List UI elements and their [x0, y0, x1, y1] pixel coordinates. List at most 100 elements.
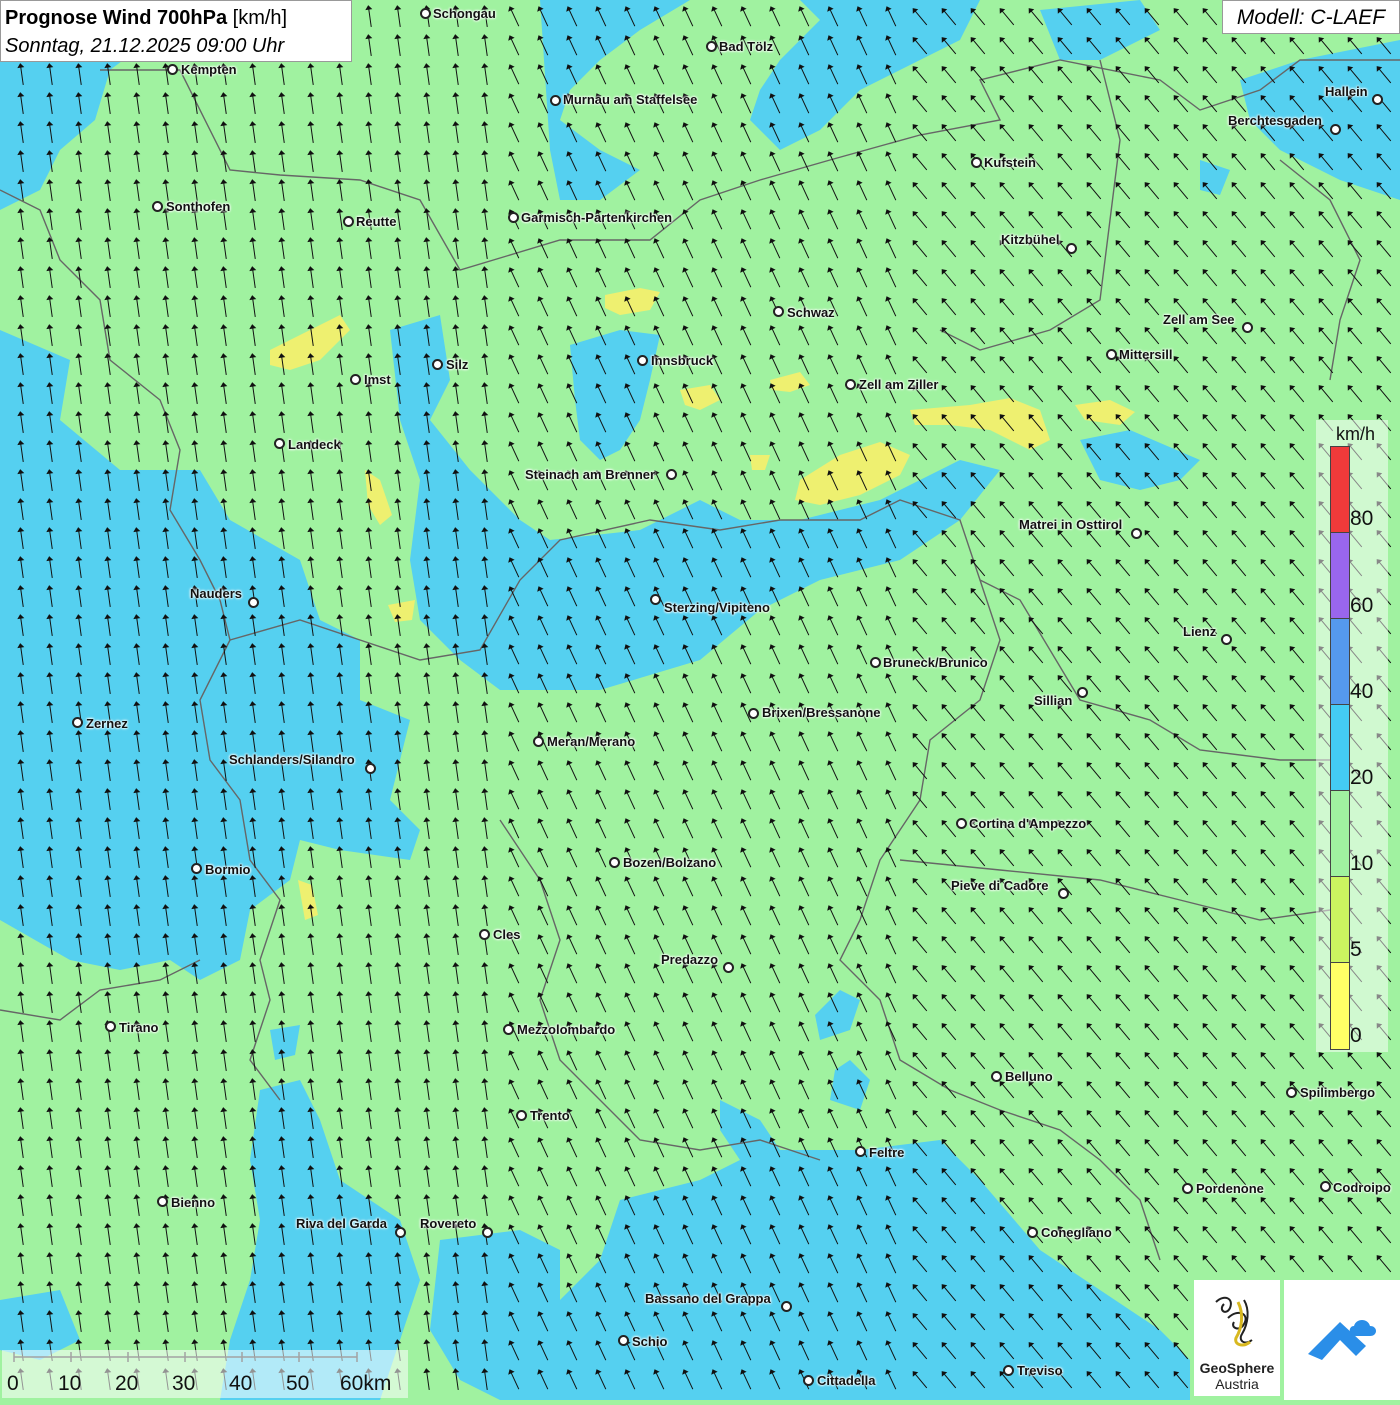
city-dot — [870, 657, 881, 668]
city-dot — [855, 1146, 866, 1157]
scale-label: 30 — [172, 1372, 196, 1395]
legend-step-20 — [1330, 704, 1350, 791]
city-dot — [550, 95, 561, 106]
city-dot — [956, 818, 967, 829]
city-dot — [748, 708, 759, 719]
city-dot — [618, 1335, 629, 1346]
city-dot — [248, 597, 259, 608]
city-dot — [1330, 124, 1341, 135]
city-label: Imst — [364, 372, 391, 387]
legend-label-10: 10 — [1350, 852, 1374, 875]
city-label: Kitzbühel — [1001, 232, 1060, 247]
city-dot — [650, 594, 661, 605]
geosphere-emblem-icon — [1215, 1296, 1253, 1347]
city-dot — [1286, 1087, 1297, 1098]
city-label: Bad Tölz — [719, 39, 774, 54]
legend-label-40: 40 — [1350, 680, 1374, 703]
city-label: Garmisch-Partenkirchen — [521, 210, 673, 225]
city-label: Sillian — [1034, 693, 1073, 708]
city-label: Silz — [446, 357, 469, 372]
city-label: Hallein — [1325, 84, 1368, 99]
city-dot — [803, 1375, 814, 1386]
city-dot — [503, 1024, 514, 1035]
legend-step-0 — [1330, 962, 1350, 1050]
scale-label: 20 — [115, 1372, 139, 1395]
city-label: Rovereto — [420, 1216, 477, 1231]
city-dot — [1058, 888, 1069, 899]
city-dot — [781, 1301, 792, 1312]
city-label: Predazzo — [661, 952, 719, 967]
city-dot — [1003, 1365, 1014, 1376]
city-dot — [191, 863, 202, 874]
city-label: Zernez — [86, 716, 128, 731]
city-label: Bozen/Bolzano — [623, 855, 717, 870]
city-label: Zell am Ziller — [859, 377, 939, 392]
city-dot — [395, 1227, 406, 1238]
legend-step-60 — [1330, 532, 1350, 619]
city-dot — [152, 201, 163, 212]
city-dot — [516, 1110, 527, 1121]
legend-step-40 — [1330, 618, 1350, 705]
city-label: Zell am See — [1163, 312, 1235, 327]
city-dot — [609, 857, 620, 868]
city-dot — [971, 157, 982, 168]
geosphere-country: Austria — [1215, 1376, 1259, 1392]
city-dot — [1372, 94, 1383, 105]
scale-label: 40 — [229, 1372, 253, 1395]
city-label: Landeck — [288, 437, 341, 452]
legend-step-80 — [1330, 446, 1350, 533]
city-label: Kufstein — [984, 155, 1036, 170]
city-dot — [666, 469, 677, 480]
city-dot — [105, 1021, 116, 1032]
city-label: Feltre — [869, 1145, 905, 1160]
city-label: Schlanders/Silandro — [229, 752, 355, 767]
city-dot — [1221, 634, 1232, 645]
city-label: Treviso — [1017, 1363, 1063, 1378]
city-dot — [991, 1071, 1002, 1082]
city-label: Lienz — [1183, 624, 1217, 639]
city-label: Sonthofen — [166, 199, 231, 214]
city-label: Brixen/Bressanone — [762, 705, 881, 720]
geosphere-logo[interactable]: GeoSphere Austria — [1194, 1280, 1280, 1396]
city-dot — [350, 374, 361, 385]
legend-step-10 — [1330, 790, 1350, 877]
scale-label: 10 — [58, 1372, 82, 1395]
legend-label-60: 60 — [1350, 594, 1374, 617]
scale-label: 0 — [7, 1372, 19, 1395]
city-label: Reutte — [356, 214, 397, 229]
city-dot — [1106, 349, 1117, 360]
city-dot — [157, 1196, 168, 1207]
city-dot — [274, 438, 285, 449]
city-label: Bienno — [171, 1195, 216, 1210]
city-label: Riva del Garda — [296, 1216, 388, 1231]
legend-label-20: 20 — [1350, 766, 1374, 789]
city-label: Pordenone — [1196, 1181, 1264, 1196]
scale-label: 50 — [286, 1372, 310, 1395]
city-dot — [1066, 243, 1077, 254]
city-dot — [1131, 528, 1142, 539]
city-label: Spilimbergo — [1300, 1085, 1376, 1100]
model-label: Modell: C-LAEF — [1222, 0, 1400, 34]
city-dot — [479, 929, 490, 940]
title-unit: [km/h] — [232, 7, 288, 29]
map-title: Prognose Wind 700hPa [km/h] — [5, 4, 347, 32]
city-label: Cortina d'Ampezzo — [969, 816, 1087, 831]
city-dot — [420, 8, 431, 19]
city-label: Bormio — [205, 862, 251, 877]
city-label: Sterzing/Vipiteno — [664, 600, 770, 615]
city-dot — [1320, 1181, 1331, 1192]
city-label: Schio — [632, 1334, 668, 1349]
legend-unit: km/h — [1336, 424, 1376, 444]
scale-label: 60km — [340, 1372, 392, 1395]
city-label: Steinach am Brenner — [525, 467, 656, 482]
weather-app-logo[interactable] — [1284, 1280, 1400, 1400]
city-dot — [365, 763, 376, 774]
city-label: Pieve di Cadore — [951, 878, 1049, 893]
city-label: Kempten — [181, 62, 237, 77]
cloud-mountain-icon — [1308, 1320, 1376, 1360]
city-label: Matrei in Osttirol — [1019, 517, 1123, 532]
city-dot — [432, 359, 443, 370]
city-label: Trento — [530, 1108, 570, 1123]
city-label: Codroipo — [1333, 1180, 1391, 1195]
city-dot — [1182, 1183, 1193, 1194]
